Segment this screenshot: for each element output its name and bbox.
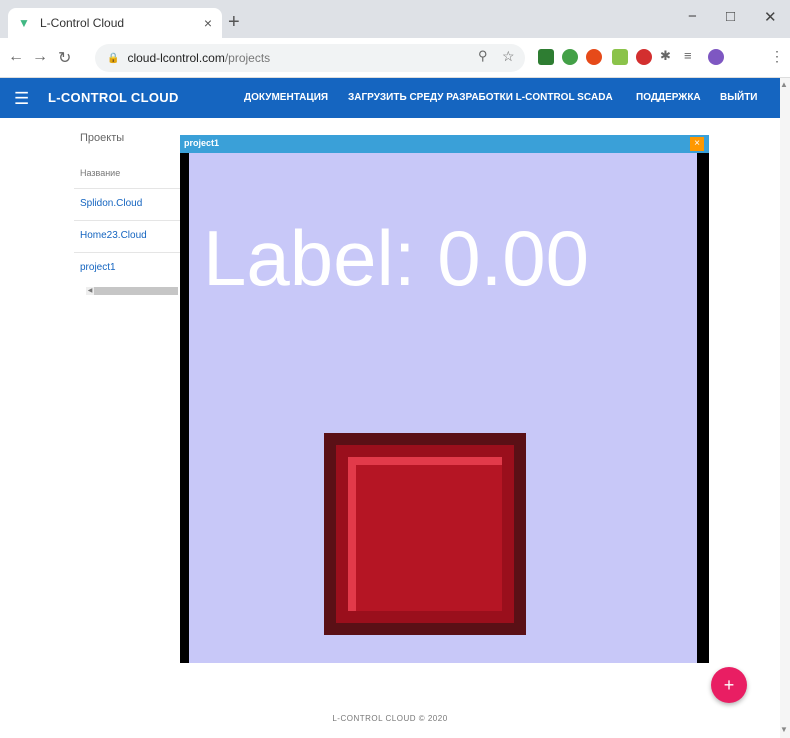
extension-red-icon[interactable] xyxy=(636,49,652,65)
nav-link-download-scada[interactable]: ЗАГРУЗИТЬ СРЕДУ РАЗРАБОТКИ L-CONTROL SCA… xyxy=(348,92,613,103)
project-window: project1 × Label: 0.00 xyxy=(180,135,709,663)
browser-menu-icon[interactable]: ⋮ xyxy=(770,48,784,65)
add-project-button[interactable]: + xyxy=(711,667,747,703)
bookmark-star-icon[interactable]: ☆ xyxy=(502,48,515,65)
extension-orange-icon[interactable] xyxy=(586,49,602,65)
address-bar: ← → ↻ 🔒 cloud-lcontrol.com /projects ⚲ ☆… xyxy=(0,38,790,78)
button-bevel xyxy=(336,445,514,623)
extension-sheets-icon[interactable] xyxy=(538,49,554,65)
nav-link-docs[interactable]: ДОКУМЕНТАЦИЯ xyxy=(244,92,328,103)
close-window-button[interactable]: ✕ xyxy=(764,8,777,26)
page-scrollbar[interactable]: ▲ ▼ xyxy=(780,78,790,738)
table-row[interactable]: Home23.Cloud xyxy=(74,220,194,252)
url-path: /projects xyxy=(224,51,271,65)
extensions-puzzle-icon[interactable]: ✱ xyxy=(660,48,671,64)
app-header: ☰ L-CONTROL CLOUD ДОКУМЕНТАЦИЯ ЗАГРУЗИТЬ… xyxy=(0,78,780,118)
scroll-down-arrow-icon[interactable]: ▼ xyxy=(780,725,788,734)
hamburger-menu-icon[interactable]: ☰ xyxy=(14,89,29,109)
project-link[interactable]: project1 xyxy=(80,262,116,273)
minimize-button[interactable]: − xyxy=(688,8,697,25)
url-field[interactable]: 🔒 cloud-lcontrol.com /projects xyxy=(95,44,525,72)
vue-logo-icon: ▼ xyxy=(18,16,30,30)
table-horizontal-scrollbar[interactable] xyxy=(86,287,178,295)
scroll-up-arrow-icon[interactable]: ▲ xyxy=(780,80,788,89)
project-window-title: project1 xyxy=(184,138,220,148)
browser-tab-bar: ▼ L-Control Cloud × + − □ ✕ xyxy=(0,0,790,38)
lock-icon: 🔒 xyxy=(107,52,120,64)
footer-copyright: L-CONTROL CLOUD © 2020 xyxy=(332,714,448,723)
button-highlight-top xyxy=(348,457,502,465)
back-arrow-icon[interactable]: ← xyxy=(8,48,24,66)
media-queue-icon[interactable]: ≡ xyxy=(684,48,692,63)
scroll-left-arrow-icon[interactable]: ◀ xyxy=(86,287,94,295)
profile-avatar[interactable] xyxy=(708,49,724,65)
column-header-name[interactable]: Название xyxy=(80,168,120,178)
new-tab-button[interactable]: + xyxy=(228,12,240,32)
extension-green-icon[interactable] xyxy=(562,49,578,65)
projects-heading: Проекты xyxy=(80,132,125,144)
url-host: cloud-lcontrol.com xyxy=(127,51,225,65)
table-row[interactable]: Splidon.Cloud xyxy=(74,188,194,220)
project-window-close-button[interactable]: × xyxy=(690,137,704,151)
tab-close-icon[interactable]: × xyxy=(204,15,212,31)
reload-icon[interactable]: ↻ xyxy=(58,48,71,68)
scada-canvas: Label: 0.00 xyxy=(189,153,697,663)
zoom-icon[interactable]: ⚲ xyxy=(478,48,488,64)
extension-lime-icon[interactable] xyxy=(612,49,628,65)
browser-tab[interactable]: ▼ L-Control Cloud × xyxy=(8,8,222,38)
table-row[interactable]: project1 xyxy=(74,252,194,284)
forward-arrow-icon[interactable]: → xyxy=(32,48,48,66)
scada-push-button[interactable] xyxy=(324,433,526,635)
project-link[interactable]: Home23.Cloud xyxy=(80,230,147,241)
button-face xyxy=(348,457,502,611)
nav-link-support[interactable]: ПОДДЕРЖКА xyxy=(636,92,701,103)
project-window-titlebar[interactable]: project1 × xyxy=(180,135,709,153)
project-link[interactable]: Splidon.Cloud xyxy=(80,198,142,209)
maximize-button[interactable]: □ xyxy=(726,8,735,25)
tab-title: L-Control Cloud xyxy=(40,16,125,30)
brand-title[interactable]: L-CONTROL CLOUD xyxy=(48,90,179,105)
nav-link-logout[interactable]: ВЫЙТИ xyxy=(720,92,758,103)
button-highlight-left xyxy=(348,457,356,611)
value-label: Label: 0.00 xyxy=(203,214,590,302)
